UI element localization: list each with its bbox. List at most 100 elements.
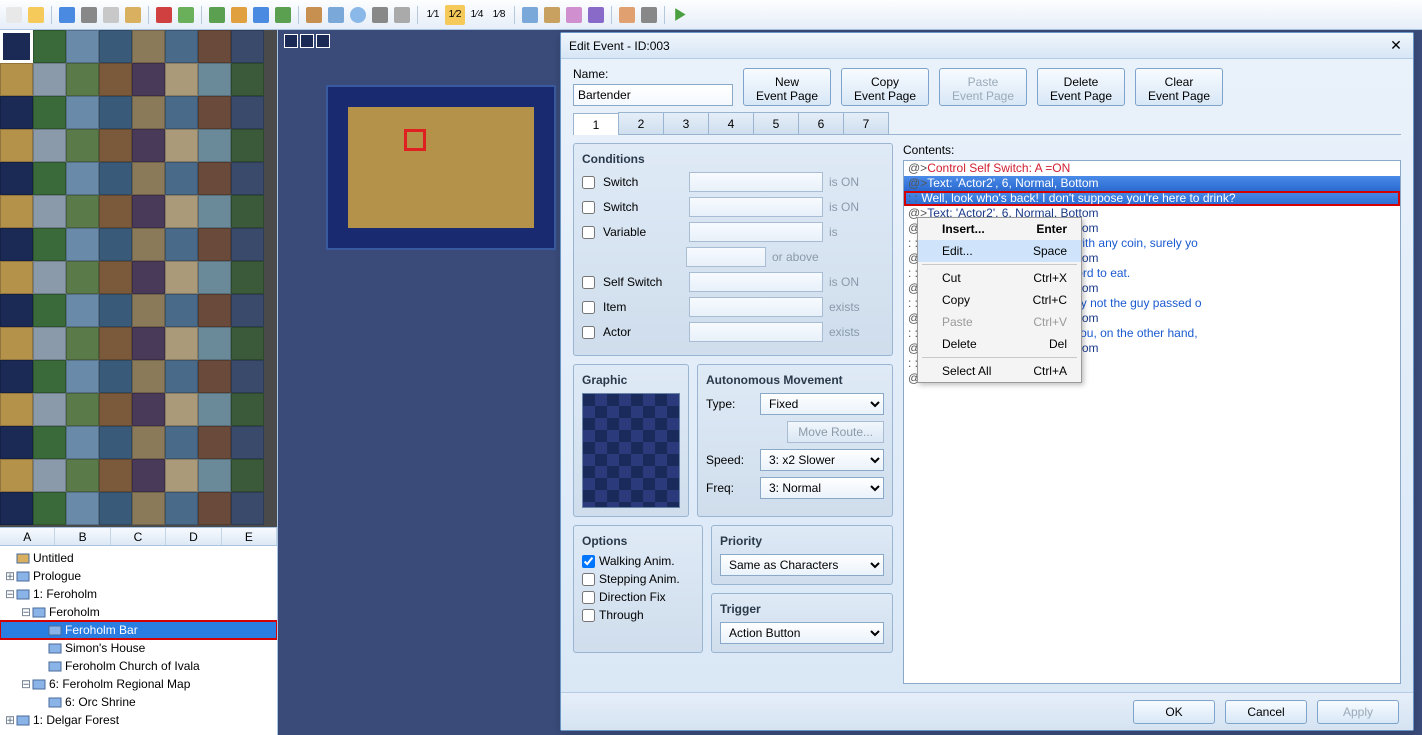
tileset-tab[interactable]: D — [166, 528, 221, 545]
delete-button[interactable] — [154, 5, 174, 25]
tile[interactable] — [33, 162, 66, 195]
tile[interactable] — [198, 63, 231, 96]
tile[interactable] — [198, 96, 231, 129]
tile[interactable] — [0, 129, 33, 162]
tile[interactable] — [132, 261, 165, 294]
tile[interactable] — [198, 459, 231, 492]
tile[interactable] — [33, 195, 66, 228]
tile[interactable] — [198, 393, 231, 426]
event-page-tab[interactable]: 3 — [663, 112, 709, 134]
tile[interactable] — [66, 162, 99, 195]
tile[interactable] — [231, 195, 264, 228]
tile[interactable] — [33, 261, 66, 294]
condition-field[interactable] — [689, 222, 823, 242]
tile[interactable] — [0, 426, 33, 459]
tile[interactable] — [165, 327, 198, 360]
tile[interactable] — [165, 393, 198, 426]
tile[interactable] — [33, 129, 66, 162]
context-menu-item[interactable]: CopyCtrl+C — [918, 289, 1081, 311]
direction-fix-checkbox[interactable] — [582, 591, 595, 604]
layer1-button[interactable] — [229, 5, 249, 25]
event-page-tab[interactable]: 1 — [573, 113, 619, 135]
tile[interactable] — [132, 96, 165, 129]
tile[interactable] — [132, 195, 165, 228]
map-layer-tab[interactable] — [284, 34, 298, 48]
dialog-titlebar[interactable]: Edit Event - ID:003 ✕ — [561, 33, 1413, 59]
condition-field[interactable] — [689, 172, 823, 192]
tile[interactable] — [165, 360, 198, 393]
cut-button[interactable] — [79, 5, 99, 25]
tile[interactable] — [231, 327, 264, 360]
context-menu-item[interactable]: CutCtrl+X — [918, 267, 1081, 289]
tile[interactable] — [33, 30, 66, 63]
event-page-tab[interactable]: 2 — [618, 112, 664, 134]
tileset-tab[interactable]: B — [55, 528, 110, 545]
tile[interactable] — [231, 129, 264, 162]
copy-button[interactable] — [101, 5, 121, 25]
tile[interactable] — [0, 360, 33, 393]
database-button[interactable] — [520, 5, 540, 25]
cancel-button[interactable]: Cancel — [1225, 700, 1307, 724]
tile[interactable] — [66, 195, 99, 228]
trigger-select[interactable]: Action Button — [720, 622, 884, 644]
movement-type-select[interactable]: Fixed — [760, 393, 884, 415]
tile[interactable] — [198, 327, 231, 360]
tile[interactable] — [66, 96, 99, 129]
tile[interactable] — [33, 393, 66, 426]
condition-field[interactable] — [689, 272, 823, 292]
tree-item[interactable]: Simon's House — [0, 639, 277, 657]
tile[interactable] — [99, 426, 132, 459]
context-menu-item[interactable]: Select AllCtrl+A — [918, 360, 1081, 382]
image-button[interactable] — [207, 5, 227, 25]
tile[interactable] — [165, 228, 198, 261]
context-menu-item[interactable]: Insert...Enter — [918, 218, 1081, 240]
tile[interactable] — [198, 426, 231, 459]
tree-item[interactable]: ⊞Prologue — [0, 567, 277, 585]
tile[interactable] — [132, 393, 165, 426]
tile[interactable] — [132, 162, 165, 195]
tile[interactable] — [0, 96, 33, 129]
tile[interactable] — [99, 360, 132, 393]
circle-button[interactable] — [348, 5, 368, 25]
tile[interactable] — [198, 228, 231, 261]
tile[interactable] — [99, 459, 132, 492]
tile[interactable] — [132, 426, 165, 459]
open-file-button[interactable] — [26, 5, 46, 25]
undo-button[interactable] — [176, 5, 196, 25]
close-icon[interactable]: ✕ — [1387, 37, 1405, 55]
tile[interactable] — [165, 30, 198, 63]
script-button[interactable] — [542, 5, 562, 25]
tileset-palette[interactable] — [0, 30, 277, 527]
tile[interactable] — [165, 492, 198, 525]
music-button[interactable] — [586, 5, 606, 25]
command-line[interactable]: @>Control Self Switch: A =ON — [904, 161, 1400, 176]
tile[interactable] — [132, 228, 165, 261]
tile[interactable] — [198, 492, 231, 525]
tile[interactable] — [99, 492, 132, 525]
condition-field[interactable] — [689, 322, 823, 342]
map-tree[interactable]: Untitled⊞Prologue⊟1: Feroholm⊟FeroholmFe… — [0, 545, 277, 735]
tile[interactable] — [165, 96, 198, 129]
stepping-anim-checkbox[interactable] — [582, 573, 595, 586]
tile[interactable] — [165, 129, 198, 162]
tile[interactable] — [132, 327, 165, 360]
tile[interactable] — [198, 195, 231, 228]
tile[interactable] — [0, 327, 33, 360]
map-layer-tab[interactable] — [316, 34, 330, 48]
tile[interactable] — [99, 129, 132, 162]
condition-checkbox[interactable] — [582, 326, 595, 339]
tile[interactable] — [0, 228, 33, 261]
tile[interactable] — [165, 294, 198, 327]
tile[interactable] — [0, 63, 33, 96]
priority-select[interactable]: Same as Characters — [720, 554, 884, 576]
tile[interactable] — [231, 393, 264, 426]
condition-checkbox[interactable] — [582, 226, 595, 239]
tile[interactable] — [99, 30, 132, 63]
map-view[interactable] — [326, 85, 556, 250]
tile[interactable] — [132, 492, 165, 525]
tile[interactable] — [33, 426, 66, 459]
condition-field[interactable] — [689, 197, 823, 217]
new-file-button[interactable] — [4, 5, 24, 25]
tile[interactable] — [99, 63, 132, 96]
tile[interactable] — [66, 63, 99, 96]
